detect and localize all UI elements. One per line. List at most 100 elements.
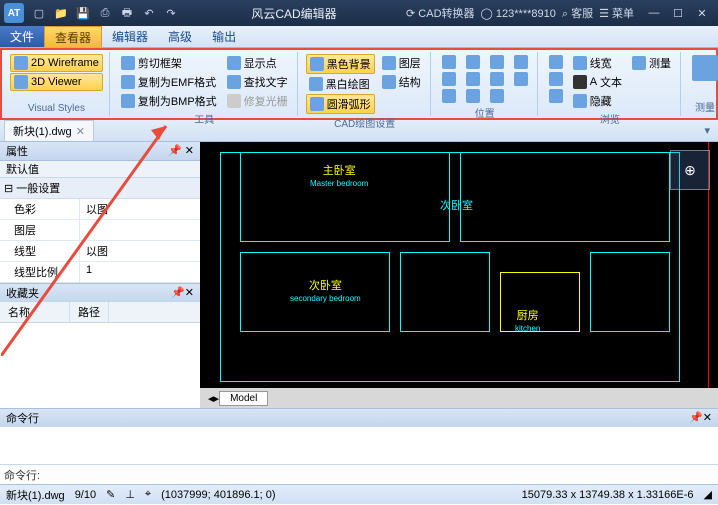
pos8-button[interactable] <box>487 71 507 87</box>
pos5-icon <box>466 72 480 86</box>
fav-pin-icon[interactable]: 📌 <box>171 286 185 299</box>
pos5-button[interactable] <box>463 71 483 87</box>
3dviewer-button[interactable]: 3D Viewer <box>10 73 103 91</box>
pos7-button[interactable] <box>487 54 507 70</box>
pos3-button[interactable] <box>439 88 459 104</box>
status-bar: 新块(1).dwg 9/10 ✎ ⊥ ⌖ (1037999; 401896.1;… <box>0 484 718 504</box>
cmd-pin-icon[interactable]: 📌 <box>689 411 703 424</box>
smooth-button[interactable]: 圆滑弧形 <box>306 94 375 114</box>
layer-button[interactable]: 图层 <box>379 54 424 72</box>
property-row[interactable]: 色彩以图 <box>0 199 200 220</box>
menu-editor[interactable]: 编辑器 <box>102 26 158 47</box>
command-history[interactable] <box>0 426 718 464</box>
pos9-button[interactable] <box>487 88 507 104</box>
tab-close-icon[interactable]: ✕ <box>76 125 85 138</box>
document-name: 新块(1).dwg <box>13 123 72 139</box>
sec-label: 次卧室secondary bedroom <box>290 277 361 303</box>
bmp-button[interactable]: 复制为BMP格式 <box>118 92 220 110</box>
menu-viewer[interactable]: 查看器 <box>44 26 102 47</box>
property-row[interactable]: 图层 <box>0 220 200 241</box>
pos9-icon <box>490 89 504 103</box>
new-icon[interactable]: ▢ <box>31 5 47 21</box>
pos8-icon <box>490 72 504 86</box>
menu-link[interactable]: ☰ 菜单 <box>599 5 634 21</box>
content-area: 属性 📌 ✕ 默认值 ⊟ 一般设置 色彩以图图层线型以图线型比例1 收藏夹📌 ✕… <box>0 142 718 408</box>
menu-output[interactable]: 输出 <box>202 26 246 47</box>
model-tab-button[interactable]: Model <box>219 391 268 406</box>
panel-close-icon[interactable]: ✕ <box>185 145 194 157</box>
measure-button[interactable]: 测量 <box>629 54 674 72</box>
menu-file[interactable]: 文件 <box>0 26 44 47</box>
br3-button[interactable] <box>546 88 566 104</box>
pos4-button[interactable] <box>463 54 483 70</box>
prop-value[interactable]: 1 <box>80 262 200 282</box>
br2-button[interactable] <box>546 71 566 87</box>
pos1-button[interactable] <box>439 54 459 70</box>
status-tool2-icon[interactable]: ⊥ <box>125 488 135 501</box>
general-section[interactable]: ⊟ 一般设置 <box>0 178 200 199</box>
repair-button[interactable]: 修复光栅 <box>224 92 291 110</box>
text-button[interactable]: A 文本 <box>570 73 625 91</box>
maximize-button[interactable]: ☐ <box>666 4 690 22</box>
br1-button[interactable] <box>546 54 566 70</box>
fav-close-icon[interactable]: ✕ <box>185 286 194 299</box>
tab-dropdown-icon[interactable]: ▾ <box>704 124 710 137</box>
wireframe-button[interactable]: 2D Wireframe <box>10 54 103 72</box>
model-tabs: ◂ ▸ Model <box>200 388 718 408</box>
service-link[interactable]: ⌕ 客服 <box>562 5 593 21</box>
prop-value[interactable]: 以图 <box>80 199 200 219</box>
hide-button[interactable]: 隐藏 <box>570 92 625 110</box>
status-tool3-icon[interactable]: ⌖ <box>145 488 151 501</box>
struct-button[interactable]: 结构 <box>379 73 424 91</box>
converter-link[interactable]: ⟳ CAD转换器 <box>406 5 475 21</box>
undo-icon[interactable]: ↶ <box>141 5 157 21</box>
default-row[interactable]: 默认值 <box>0 161 200 178</box>
3d-icon <box>14 75 28 89</box>
command-input[interactable] <box>44 469 714 481</box>
open-icon[interactable]: 📁 <box>53 5 69 21</box>
pos2-button[interactable] <box>439 71 459 87</box>
saveas-icon[interactable]: ⎙ <box>97 5 113 21</box>
document-tab[interactable]: 新块(1).dwg ✕ <box>4 120 94 141</box>
command-label: 命令行📌 ✕ <box>0 408 718 426</box>
emf-button[interactable]: 复制为EMF格式 <box>118 73 220 91</box>
menu-advanced[interactable]: 高级 <box>158 26 202 47</box>
ribbon-drawset: 黑色背景 黑白绘图 圆滑弧形 图层 结构 CAD绘图设置 <box>300 52 431 116</box>
save-icon[interactable]: 💾 <box>75 5 91 21</box>
measure-label: 测量 <box>689 98 718 114</box>
measure2-button[interactable] <box>689 54 718 82</box>
pin-icon[interactable]: 📌 <box>168 145 182 157</box>
user-label[interactable]: ◯ 123****8910 <box>481 7 556 20</box>
command-prompt: 命令行: <box>4 467 40 483</box>
pos10-button[interactable] <box>511 54 531 70</box>
property-row[interactable]: 线型以图 <box>0 241 200 262</box>
blackbg-button[interactable]: 黑色背景 <box>306 54 375 74</box>
status-coords: (1037999; 401896.1; 0) <box>161 489 275 501</box>
fav-name-col[interactable]: 名称 <box>0 302 70 322</box>
bwdraw-button[interactable]: 黑白绘图 <box>306 75 375 93</box>
property-row[interactable]: 线型比例1 <box>0 262 200 283</box>
cmd-close-icon[interactable]: ✕ <box>703 411 712 424</box>
status-tool1-icon[interactable]: ✎ <box>106 488 115 501</box>
pos4-icon <box>466 55 480 69</box>
pos6-button[interactable] <box>463 88 483 104</box>
find-button[interactable]: 查找文字 <box>224 73 291 91</box>
mark-button[interactable]: 显示点 <box>224 54 291 72</box>
status-resize-icon[interactable]: ◢ <box>704 488 712 501</box>
minimize-button[interactable]: — <box>642 4 666 22</box>
kitchen-label: 厨房kitchen <box>515 307 540 333</box>
command-line: 命令行: <box>0 464 718 484</box>
linew-button[interactable]: 线宽 <box>570 54 625 72</box>
print-icon[interactable]: 🖶 <box>119 5 135 21</box>
drawing-canvas[interactable]: 主卧室Master bedroom 次卧室 次卧室secondary bedro… <box>200 142 718 388</box>
fav-path-col[interactable]: 路径 <box>70 302 109 322</box>
cut-button[interactable]: 剪切框架 <box>118 54 220 72</box>
pos11-button[interactable] <box>511 71 531 87</box>
prop-value[interactable]: 以图 <box>80 241 200 261</box>
view-cube[interactable]: ⊕ <box>670 150 710 190</box>
close-button[interactable]: ✕ <box>690 4 714 22</box>
redo-icon[interactable]: ↷ <box>163 5 179 21</box>
prop-value[interactable] <box>80 220 200 240</box>
status-dims: 15079.33 x 13749.38 x 1.33166E-6 <box>522 489 694 501</box>
canvas-wrap: 主卧室Master bedroom 次卧室 次卧室secondary bedro… <box>200 142 718 408</box>
